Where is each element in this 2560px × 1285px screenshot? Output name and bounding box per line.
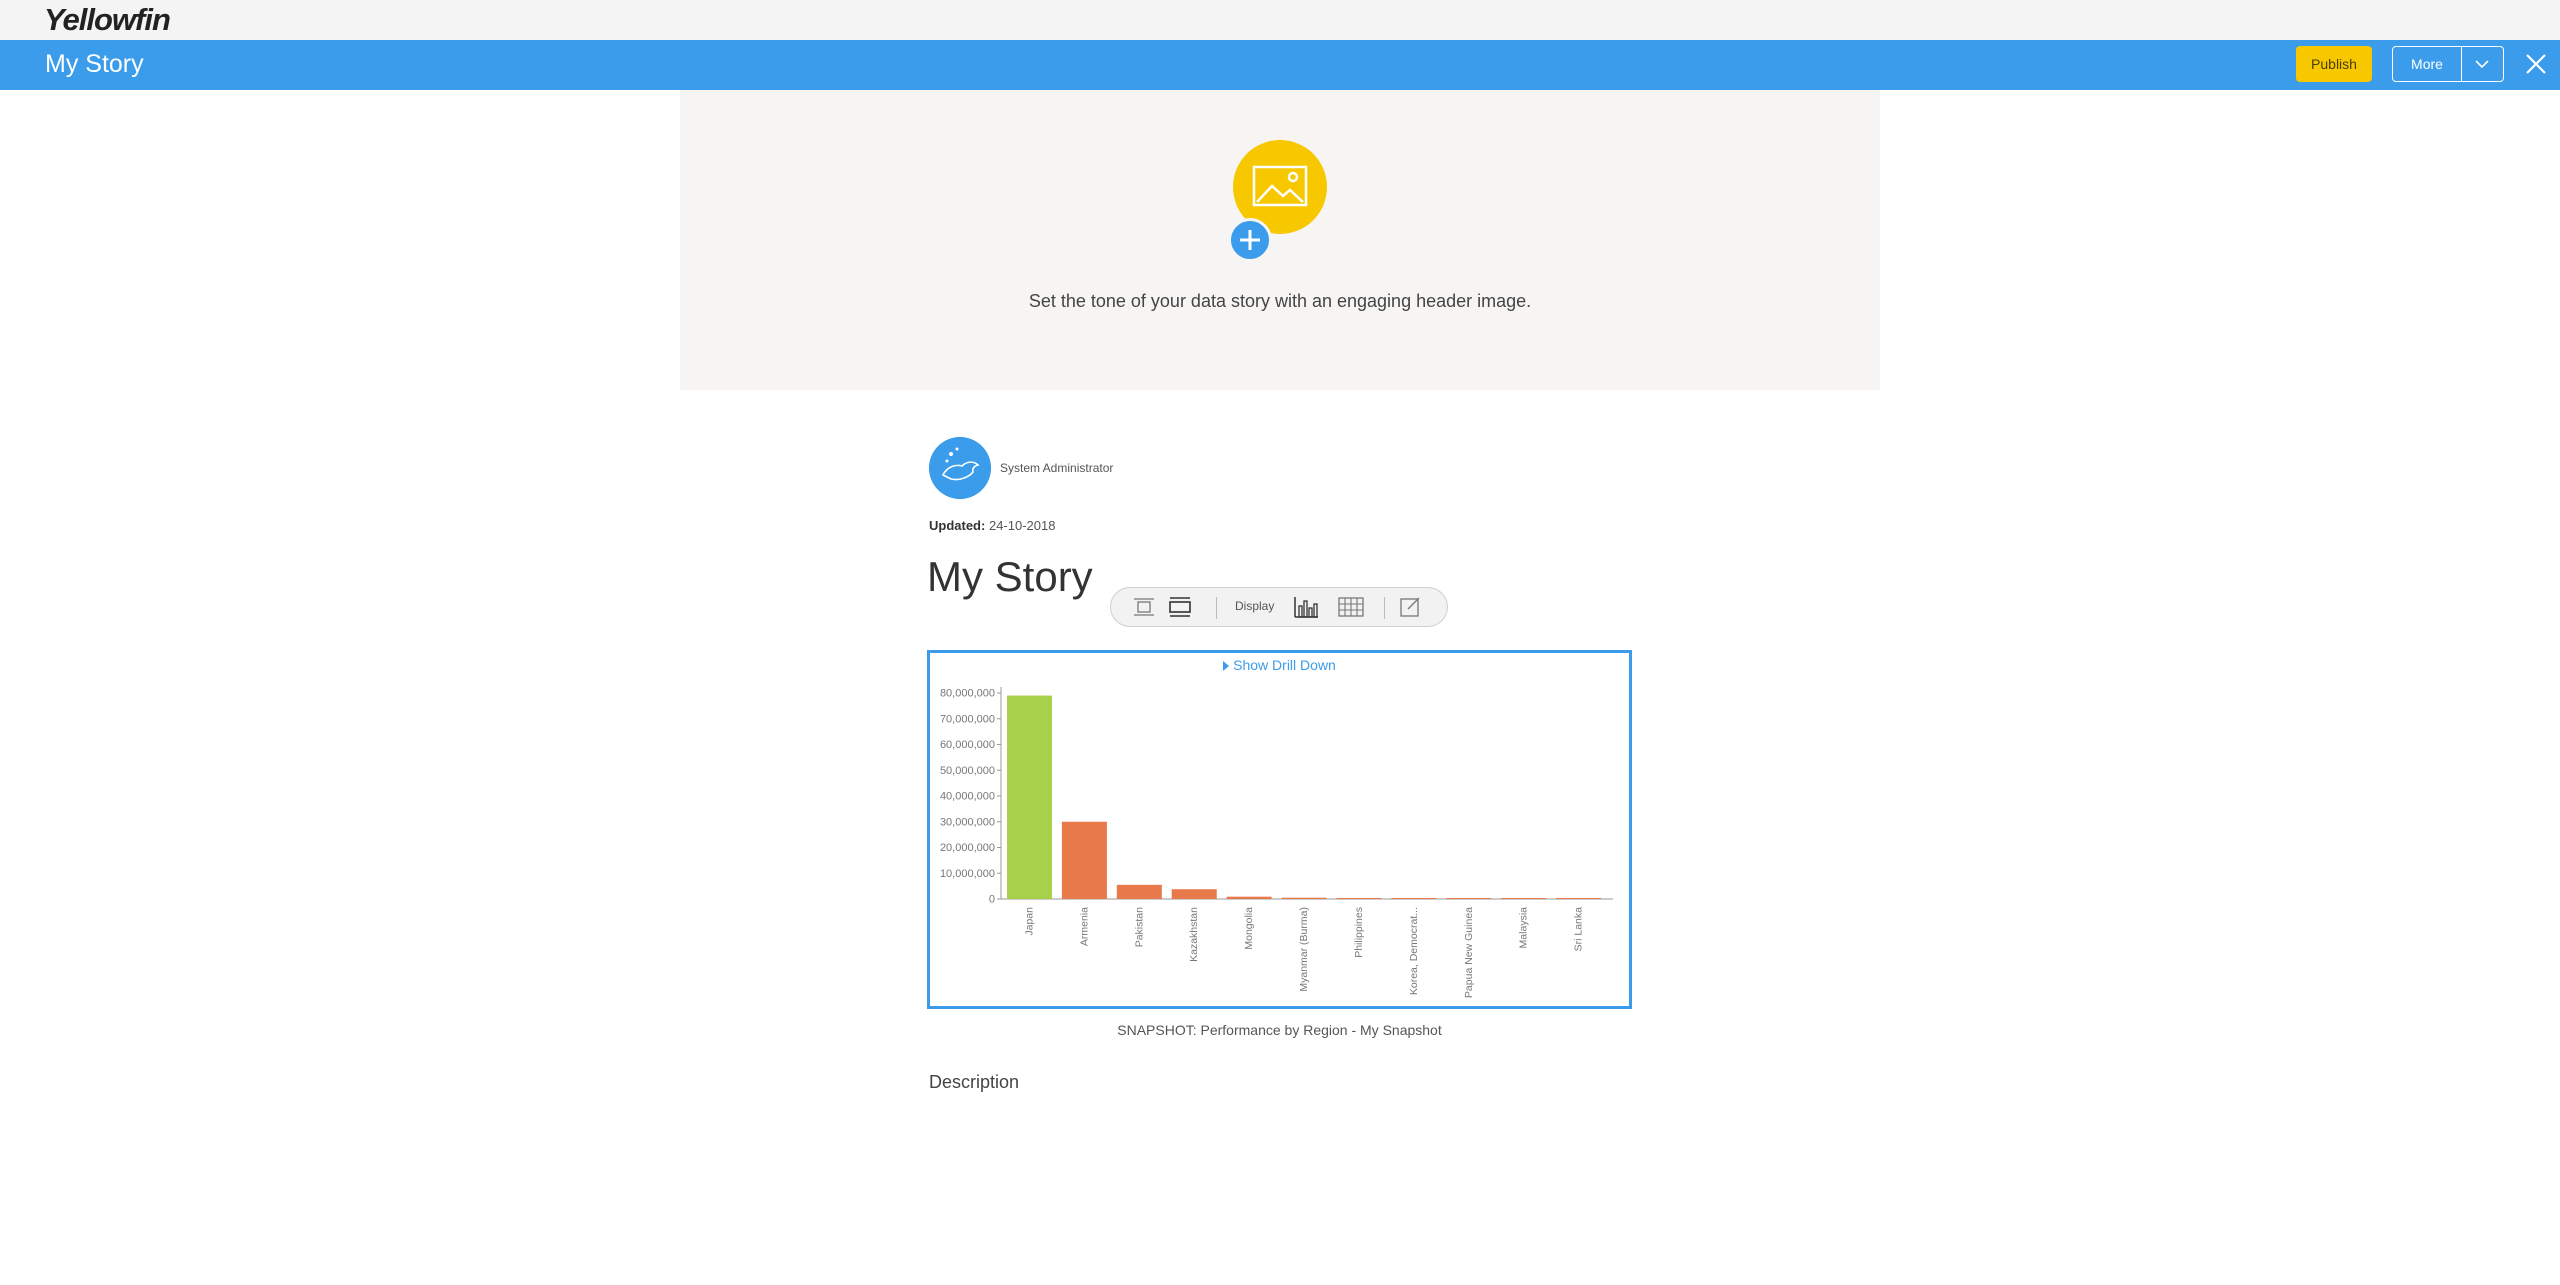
x-tick-label: Sri Lanka: [1573, 907, 1585, 952]
bar: [1007, 695, 1053, 899]
y-tick-label: 70,000,000: [940, 713, 995, 725]
header-image-hint: Set the tone of your data story with an …: [1028, 291, 1532, 311]
bar: [1446, 898, 1492, 899]
bar-chart-icon[interactable]: [1292, 594, 1320, 620]
bar: [1061, 821, 1107, 899]
bar: [1281, 897, 1327, 899]
chevron-down-icon: [2475, 60, 2489, 69]
x-tick-label: Korea, Democrat...: [1408, 907, 1420, 995]
x-tick-label: Philippines: [1353, 907, 1365, 958]
toolbar-divider: [1384, 597, 1385, 619]
bar: [1226, 896, 1272, 899]
logo-text: Yellowfin: [44, 2, 171, 37]
x-tick-label: Myanmar (Burma): [1298, 907, 1310, 992]
bar: [1556, 898, 1602, 899]
align-full-width-icon[interactable]: [1167, 594, 1193, 620]
close-button[interactable]: [2520, 48, 2552, 80]
x-tick-label: Mongolia: [1243, 907, 1255, 950]
x-tick-label: Papua New Guinea: [1463, 907, 1475, 998]
y-tick-label: 60,000,000: [940, 739, 995, 751]
report-chart[interactable]: Show Drill Down 0 10,000,000 20,000,000 30,…: [927, 650, 1632, 1009]
y-tick-label: 80,000,000: [940, 688, 995, 700]
x-tick-label: Malaysia: [1518, 907, 1530, 949]
description-heading[interactable]: Description: [929, 1072, 1019, 1093]
add-image-button[interactable]: [1228, 218, 1272, 262]
align-inline-icon[interactable]: [1131, 594, 1157, 620]
display-label: Display: [1235, 599, 1275, 613]
publish-button[interactable]: Publish: [2296, 46, 2372, 82]
yellowfin-logo[interactable]: Yellowfin: [44, 2, 171, 38]
title-bar: My Story: [0, 40, 2560, 90]
y-tick-label: 40,000,000: [940, 791, 995, 803]
header-image-placeholder[interactable]: Set the tone of your data story with an …: [680, 90, 1880, 390]
updated-label: Updated:: [929, 518, 986, 533]
y-tick-label: 20,000,000: [940, 842, 995, 854]
more-dropdown-button[interactable]: [2462, 46, 2504, 82]
story-title[interactable]: My Story: [927, 553, 1093, 601]
updated-value: 24-10-2018: [988, 518, 1056, 533]
close-icon: [2526, 54, 2546, 74]
author-name: System Administrator: [1000, 461, 1114, 475]
bar: [1391, 898, 1437, 899]
edit-icon[interactable]: [1397, 594, 1423, 620]
more-button[interactable]: More: [2392, 46, 2462, 82]
table-icon[interactable]: [1337, 594, 1365, 620]
updated-date: Updated: 24-10-2018: [929, 518, 1055, 533]
y-tick-label: 50,000,000: [940, 765, 995, 777]
bar: [1336, 898, 1382, 899]
bar: [1501, 898, 1547, 899]
page-title: My Story: [45, 50, 144, 78]
bar-chart: 0 10,000,000 20,000,000 30,000,000 40,000,00…: [940, 687, 1613, 998]
bar: [1171, 889, 1217, 899]
y-tick-label: 10,000,000: [940, 868, 995, 880]
x-tick-label: Pakistan: [1133, 907, 1145, 947]
plus-icon: [1240, 230, 1260, 250]
y-tick-label: 0: [989, 894, 995, 906]
snapshot-caption: SNAPSHOT: Performance by Region - My Sna…: [1117, 1022, 1442, 1038]
top-bar: Yellowfin: [0, 0, 2560, 40]
x-tick-label: Armenia: [1078, 907, 1090, 946]
x-tick-label: Kazakhstan: [1188, 907, 1200, 962]
y-tick-label: 30,000,000: [940, 816, 995, 828]
bar: [1116, 884, 1162, 899]
x-tick-label: Japan: [1024, 907, 1036, 936]
report-toolbar: Display: [1110, 587, 1448, 627]
toolbar-divider: [1216, 597, 1217, 619]
avatar: [929, 437, 991, 499]
